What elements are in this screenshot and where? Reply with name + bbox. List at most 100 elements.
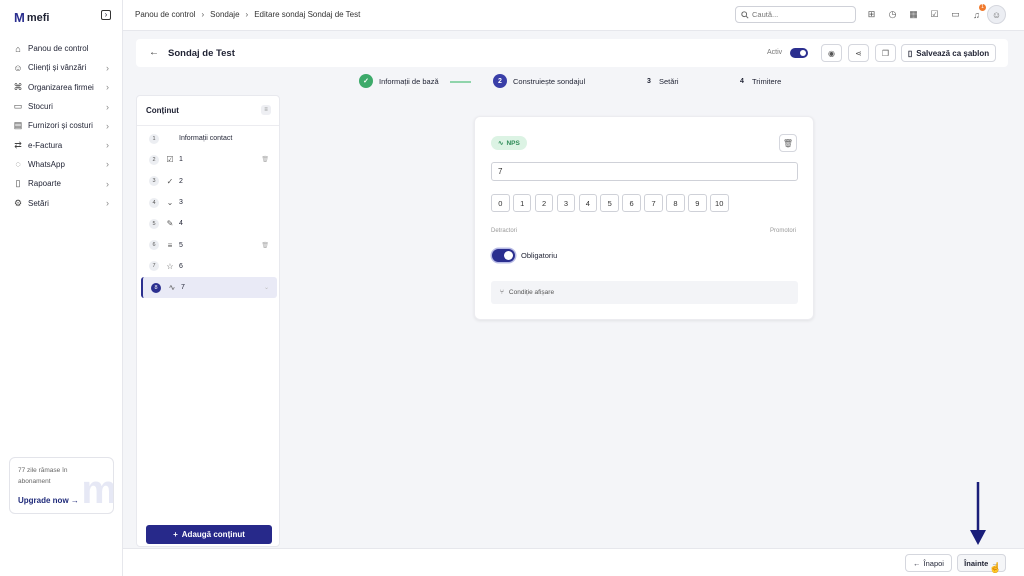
item-number: 7 [149,261,159,272]
item-number: 6 [149,240,159,251]
step-label: Informații de bază [379,76,439,86]
chevron-right-icon: › [106,159,109,170]
app-logo[interactable]: M mefi [14,10,49,25]
step-build-survey[interactable]: 2 Construiește sondajul [493,74,585,88]
trash-icon[interactable]: 🗑 [261,156,269,163]
trash-icon[interactable]: 🗑 [261,242,269,249]
content-item-label: 6 [179,262,183,270]
item-number: 5 [149,218,159,229]
preview-button[interactable]: ◉ [821,44,842,62]
content-item-label: 4 [179,220,183,228]
sidebar-item[interactable]: ⌘ Organizarea firmei › [0,78,123,97]
tasks-icon[interactable]: ☑ [928,8,941,21]
nps-scale-option[interactable]: 6 [622,194,641,212]
step-number: 2 [493,74,507,88]
box-icon: ▭ [13,101,23,112]
content-list-item[interactable]: 8 ∿ 7 ⌄ [141,277,277,299]
required-label: Obligatoriu [521,251,558,260]
sidebar-item[interactable]: ⌂ Panou de control [0,39,123,58]
chevron-right-icon: › [106,178,109,189]
sidebar-item-label: Setări [28,198,49,208]
trash-icon[interactable]: ⌄ [264,284,269,291]
upgrade-now-link[interactable]: Upgrade now → [18,496,79,505]
user-avatar-icon[interactable]: ☺ [987,5,1006,24]
step-connector [450,81,471,83]
page-title: Sondaj de Test [168,48,235,59]
sidebar-item[interactable]: ⇄ e-Factura › [0,135,123,154]
search-box[interactable] [735,6,856,23]
step-settings[interactable]: 3 Setări [645,74,679,88]
topbar: Panou de control › Sondaje › Editare son… [123,0,1024,31]
nps-scale-option[interactable]: 1 [512,194,532,212]
pulse-icon: ∿ [498,140,504,147]
survey-header: ← Sondaj de Test Activ ◉ ⋖ ❐ ▯ Salvează … [136,39,1008,67]
nps-scale-option[interactable]: 2 [534,194,554,212]
nps-scale-option[interactable]: 0 [491,194,510,212]
nps-scale-option[interactable]: 10 [709,194,729,212]
collapse-sidebar-icon[interactable]: › [101,10,111,20]
step-label: Trimitere [752,76,782,86]
sidebar-item-label: Stocuri [28,102,53,112]
back-button[interactable]: ← Înapoi [905,554,952,572]
question-type-badge: ∿ NPS [491,136,527,150]
item-number: 1 [149,133,159,144]
divider [137,125,279,126]
sidebar-item[interactable]: ▤ Furnizori și costuri › [0,116,123,135]
search-icon [741,10,749,19]
arrow-right-icon: → [70,496,79,505]
delete-question-button[interactable]: 🗑 [779,134,797,152]
nps-scale-option[interactable]: 9 [688,194,707,212]
add-icon[interactable]: ⊞ [865,8,878,21]
back-arrow-icon[interactable]: ← [149,47,159,58]
calendar-icon[interactable]: ▦ [907,8,920,21]
duplicate-button[interactable]: ❐ [875,44,896,62]
content-list-item[interactable]: 1 Informații contact [141,128,277,149]
timer-icon[interactable]: ◷ [886,8,899,21]
step-send[interactable]: 4 Trimitere [738,74,781,88]
question-type-icon: ⌄ [166,198,174,208]
report-icon: ▯ [15,178,21,189]
nps-scale-option[interactable]: 5 [600,194,620,212]
search-input[interactable] [752,10,842,19]
chat-icon[interactable]: ▭ [949,8,962,21]
active-toggle[interactable] [790,48,808,58]
bookmark-icon: ▯ [907,48,913,58]
nps-scale-option[interactable]: 3 [556,194,576,212]
sidebar-item[interactable]: ▭ Stocuri › [0,97,123,116]
add-content-button[interactable]: + Adaugă conținut [146,525,272,544]
org-icon: ⌘ [13,81,23,92]
sidebar-item[interactable]: ▯ Rapoarte › [0,174,123,193]
whatsapp-icon: ◌ [15,159,21,170]
content-list-item[interactable]: 3 ✓ 2 [141,171,277,192]
breadcrumb-item-surveys[interactable]: Sondaje [210,10,239,19]
content-list-item[interactable]: 4 ⌄ 3 [141,192,277,213]
bell-icon[interactable]: ♫ 1 [970,4,986,21]
sidebar-item[interactable]: ☺ Clienți și vânzări › [0,58,123,77]
sidebar-item[interactable]: ⚙ Setări › [0,193,123,212]
nps-scale-option[interactable]: 8 [666,194,685,212]
eye-icon: ◉ [828,48,835,58]
save-as-template-button[interactable]: ▯ Salvează ca șablon [901,44,996,62]
nps-scale-option[interactable]: 7 [644,194,663,212]
content-list-item[interactable]: 2 ☑ 1 🗑 [141,149,277,170]
breadcrumb-item-dashboard[interactable]: Panou de control [135,10,196,19]
step-basic-info[interactable]: ✓ Informații de bază [359,74,439,88]
content-list-item[interactable]: 6 ≡ 5 🗑 [141,234,277,255]
content-list-item[interactable]: 7 ☆ 6 [141,256,277,277]
truck-icon: ▤ [13,120,23,131]
gear-icon: ⚙ [13,197,23,208]
upgrade-now-label: Upgrade now [18,496,69,505]
display-condition-button[interactable]: ⑂ Condiție afișare [491,281,798,304]
item-number: 2 [149,154,159,165]
collapse-panel-icon[interactable]: ≡ [261,105,271,115]
sidebar-item[interactable]: ◌ WhatsApp › [0,155,123,174]
content-item-label: 3 [179,199,183,207]
sidebar-item-label: e-Factura [28,140,63,150]
share-button[interactable]: ⋖ [848,44,869,62]
question-text-input[interactable]: 7 [491,162,798,181]
sidebar: M mefi › ⌂ Panou de control ☺ Clienți și vâ… [0,0,123,576]
required-toggle[interactable] [492,249,515,262]
nps-scale-option[interactable]: 4 [578,194,598,212]
logo-mark: M [14,10,25,25]
content-list-item[interactable]: 5 ✎ 4 [141,213,277,234]
